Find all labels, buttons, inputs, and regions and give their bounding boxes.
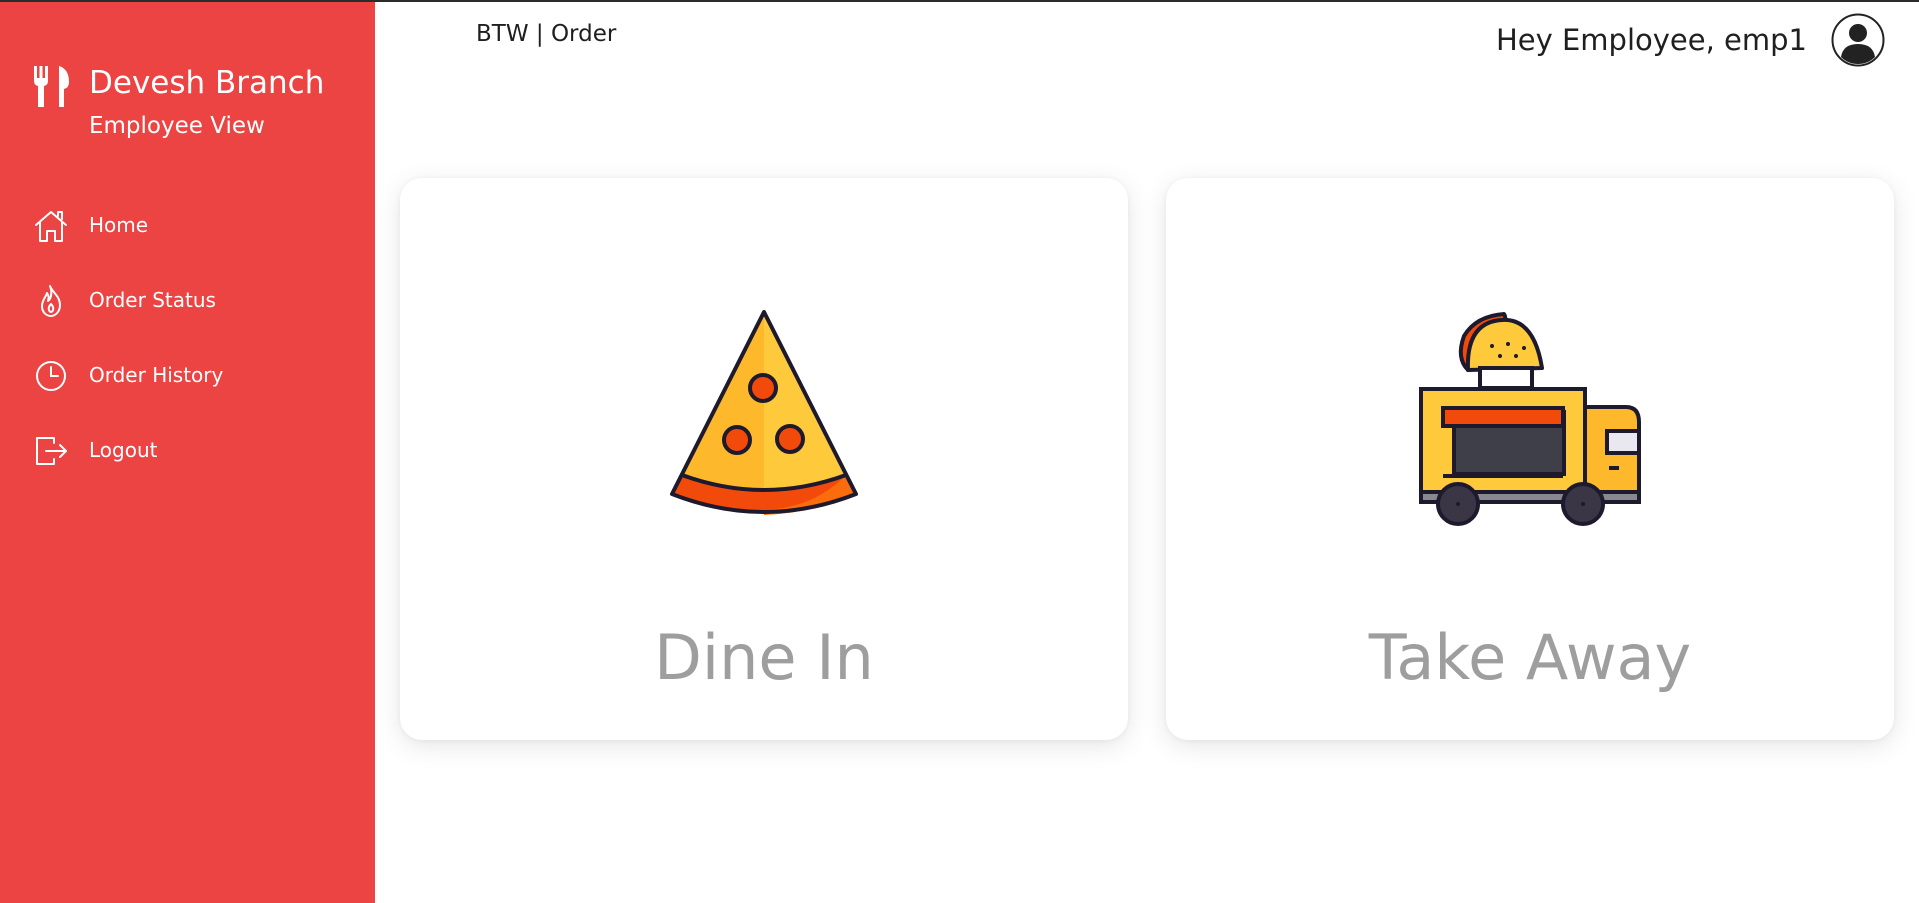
- page-title: BTW | Order: [476, 21, 617, 47]
- utensils-icon: [34, 66, 69, 107]
- sidebar-item-label: Order Status: [89, 288, 216, 312]
- home-icon: [35, 211, 67, 242]
- branch-name: Devesh Branch: [89, 65, 325, 101]
- sidebar: Devesh Branch Employee View Home Order S…: [0, 2, 375, 903]
- sidebar-item-home[interactable]: Home: [33, 205, 363, 280]
- food-truck-icon: [1419, 312, 1641, 526]
- pizza-slice-icon: [670, 310, 858, 515]
- sidebar-item-label: Order History: [89, 363, 224, 387]
- logout-icon: [36, 437, 67, 465]
- user-greeting: Hey Employee, emp1: [1495, 23, 1807, 57]
- sidebar-item-logout[interactable]: Logout: [33, 430, 363, 505]
- user-avatar-icon[interactable]: [1831, 13, 1885, 67]
- flame-icon: [41, 285, 61, 317]
- take-away-card[interactable]: Take Away: [1166, 178, 1894, 740]
- sidebar-item-order-history[interactable]: Order History: [33, 355, 363, 430]
- sidebar-item-order-status[interactable]: Order Status: [33, 280, 363, 355]
- clock-icon: [36, 361, 66, 391]
- dine-in-label: Dine In: [654, 621, 874, 694]
- dine-in-card[interactable]: Dine In: [400, 178, 1128, 740]
- view-subtitle: Employee View: [89, 113, 265, 139]
- sidebar-nav: Home Order Status Order History Logout: [33, 205, 363, 505]
- take-away-label: Take Away: [1368, 621, 1692, 694]
- sidebar-item-label: Home: [89, 213, 149, 237]
- sidebar-item-label: Logout: [89, 438, 158, 462]
